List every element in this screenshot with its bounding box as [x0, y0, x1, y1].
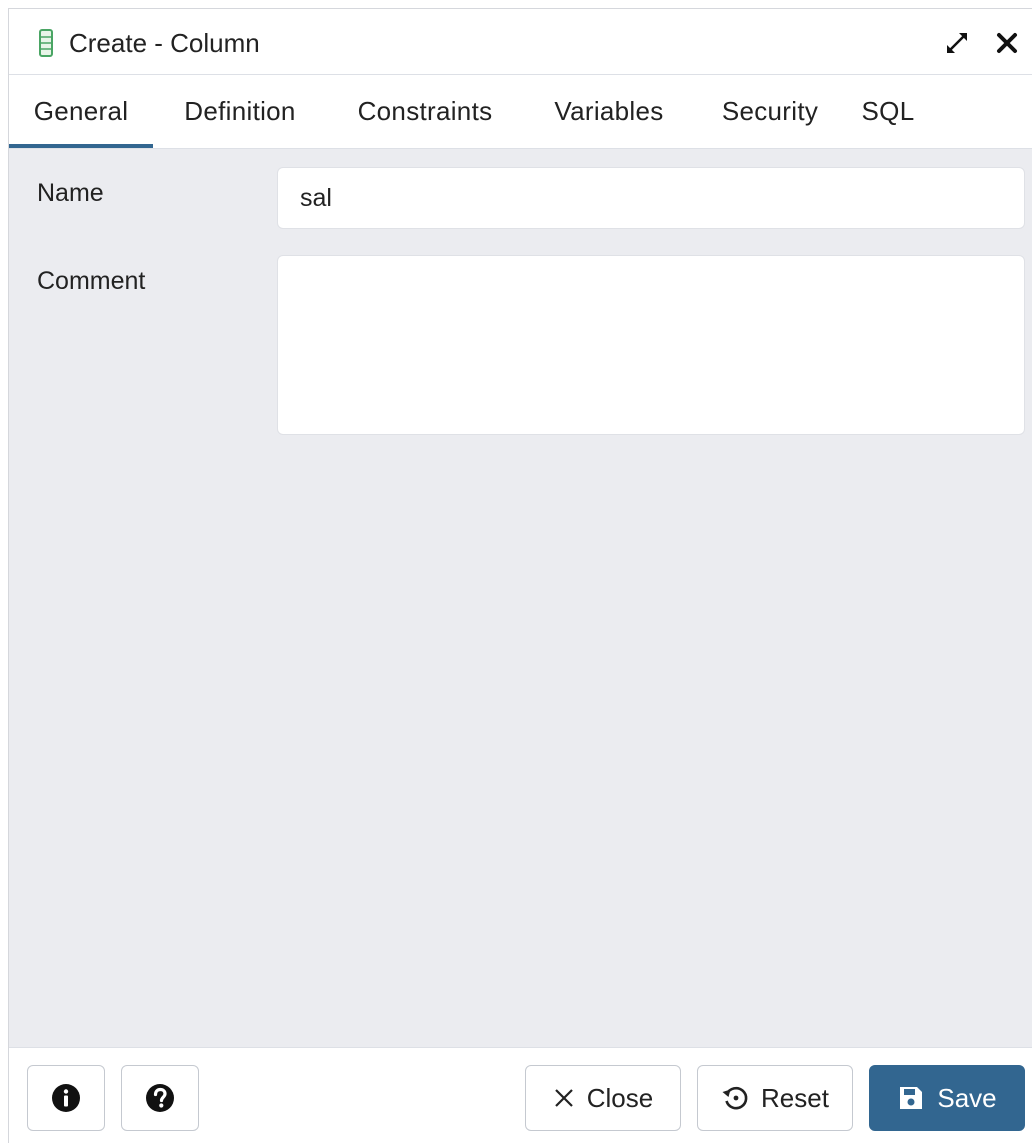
reset-button[interactable]: Reset: [697, 1065, 853, 1131]
close-button[interactable]: Close: [525, 1065, 681, 1131]
tab-constraints[interactable]: Constraints: [339, 75, 511, 148]
name-input-value: sal: [300, 184, 332, 212]
help-button[interactable]: [121, 1065, 199, 1131]
tab-bar: General Definition Constraints Variables…: [9, 75, 1032, 149]
dialog-titlebar[interactable]: Create - Column: [9, 9, 1032, 75]
question-circle-icon: [146, 1084, 174, 1112]
maximize-icon[interactable]: [943, 29, 971, 57]
tab-general[interactable]: General: [9, 75, 153, 148]
create-column-dialog: Create - Column General Definition Const…: [8, 8, 1032, 1143]
close-button-label: Close: [586, 1082, 654, 1113]
name-input[interactable]: sal: [277, 167, 1025, 229]
tab-security[interactable]: Security: [705, 75, 835, 148]
info-circle-icon: [52, 1084, 80, 1112]
comment-label: Comment: [37, 267, 146, 295]
name-label: Name: [37, 179, 104, 207]
info-button[interactable]: [27, 1065, 105, 1131]
comment-textarea[interactable]: [277, 255, 1025, 435]
tab-variables[interactable]: Variables: [537, 75, 681, 148]
save-button-label: Save: [937, 1082, 997, 1113]
save-button[interactable]: Save: [869, 1065, 1025, 1131]
tab-sql[interactable]: SQL: [855, 75, 921, 148]
reset-icon: [721, 1084, 749, 1112]
reset-button-label: Reset: [761, 1082, 829, 1113]
dialog-title: Create - Column: [69, 28, 260, 58]
tab-definition[interactable]: Definition: [165, 75, 315, 148]
dialog-footer: Close Reset Save: [9, 1047, 1032, 1143]
save-icon: [897, 1084, 925, 1112]
close-icon[interactable]: [993, 29, 1021, 57]
column-icon: [39, 29, 53, 57]
x-icon: [553, 1087, 575, 1109]
